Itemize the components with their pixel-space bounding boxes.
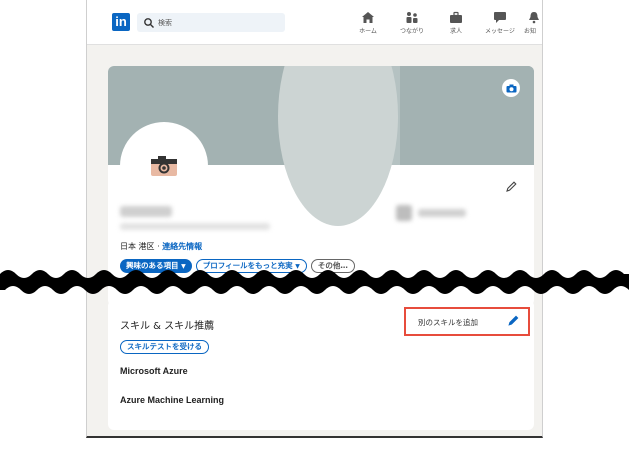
nav-network[interactable]: つながり	[392, 11, 432, 35]
add-skill-button[interactable]: 別のスキルを追加	[418, 317, 478, 328]
bell-icon	[529, 12, 539, 24]
profile-headline-redacted	[120, 223, 270, 230]
tear-separator	[0, 270, 629, 294]
skill-test-button[interactable]: スキルテストを受ける	[120, 340, 209, 354]
nav-messaging-label: メッセージ	[485, 28, 515, 35]
banner-curve	[278, 66, 398, 226]
linkedin-logo[interactable]: in	[112, 13, 130, 31]
top-nav: in 検索 ホーム つながり 求人 メッセージ お知	[87, 0, 542, 45]
camera-icon	[151, 156, 177, 176]
briefcase-icon	[450, 11, 462, 23]
message-icon	[494, 12, 506, 23]
profile-photo[interactable]	[120, 122, 208, 210]
nav-network-label: つながり	[399, 28, 424, 35]
search-input[interactable]: 検索	[137, 13, 285, 32]
network-icon	[406, 12, 418, 23]
home-icon	[362, 12, 374, 23]
edit-intro-pencil-icon[interactable]	[506, 181, 517, 192]
skills-card: スキル & スキル推薦 別のスキルを追加 スキルテストを受ける Microsof…	[108, 300, 534, 430]
nav-home-label: ホーム	[359, 28, 377, 35]
location-text: 日本 港区	[120, 242, 155, 251]
camera-icon	[506, 84, 516, 92]
banner-edit-button[interactable]	[502, 79, 520, 97]
edit-skills-pencil-icon[interactable]	[508, 315, 519, 326]
nav-jobs-label: 求人	[449, 28, 462, 35]
add-skill-highlight: 別のスキルを追加	[404, 307, 530, 336]
search-icon	[144, 17, 154, 28]
search-placeholder: 検索	[158, 18, 172, 27]
profile-name-redacted	[120, 206, 172, 217]
nav-jobs[interactable]: 求人	[436, 11, 476, 35]
profile-location: 日本 港区 · 連絡先情報	[120, 241, 202, 252]
contact-info-link[interactable]: 連絡先情報	[162, 242, 202, 251]
company-name-redacted	[418, 209, 466, 217]
nav-home[interactable]: ホーム	[348, 11, 388, 35]
nav-messaging[interactable]: メッセージ	[480, 11, 520, 35]
skills-title: スキル & スキル推薦	[120, 321, 215, 332]
nav-notifications-label: お知	[524, 28, 537, 35]
skill-item[interactable]: Microsoft Azure	[120, 366, 188, 376]
company-logo-redacted	[396, 205, 412, 221]
skill-item[interactable]: Azure Machine Learning	[120, 395, 224, 405]
browser-frame: in 検索 ホーム つながり 求人 メッセージ お知 日本 港区 · 連絡先情報…	[86, 0, 543, 438]
nav-notifications[interactable]: お知	[524, 11, 542, 35]
